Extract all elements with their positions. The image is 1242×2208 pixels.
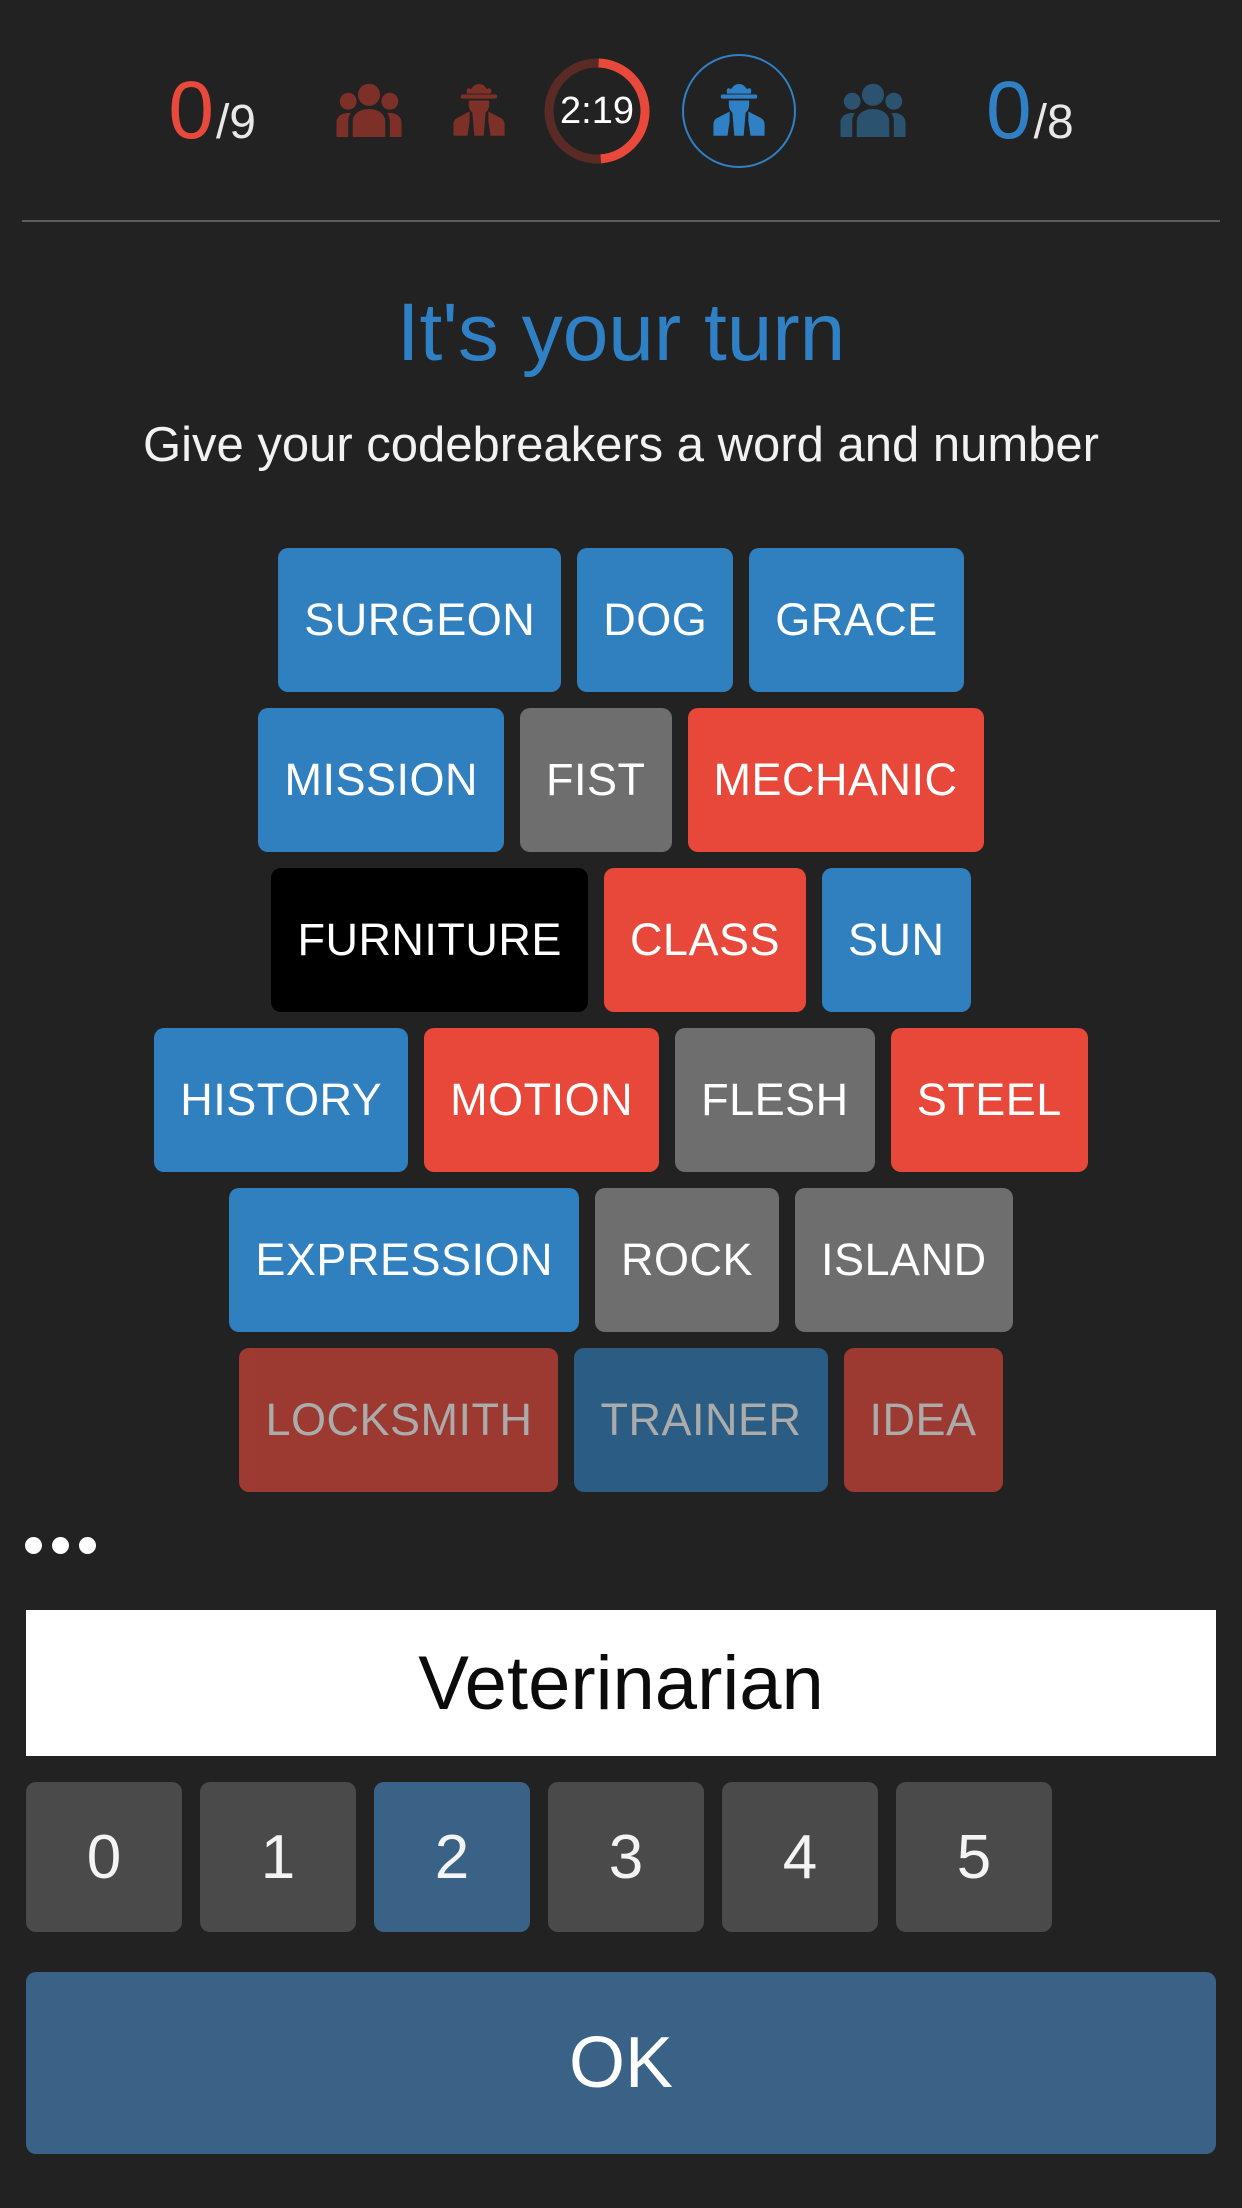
word-card[interactable]: DOG (577, 548, 734, 692)
blue-team-score: 0/8 (986, 70, 1074, 152)
red-team-score: 0/9 (168, 70, 256, 152)
blue-spymaster-icon (706, 78, 772, 144)
word-card[interactable]: ROCK (595, 1188, 780, 1332)
blue-team-people-icon (834, 72, 912, 150)
board-row: EXPRESSION ROCK ISLAND (0, 1188, 1242, 1332)
board-row: FURNITURE CLASS SUN (0, 868, 1242, 1012)
clue-word-input[interactable]: Veterinarian (26, 1610, 1216, 1756)
page-subtitle: Give your codebreakers a word and number (142, 418, 1099, 472)
menu-dot-icon (24, 1536, 42, 1554)
menu-dot-icon (51, 1536, 69, 1554)
word-card[interactable]: MISSION (258, 708, 504, 852)
clue-number-1[interactable]: 1 (200, 1782, 356, 1932)
clue-number-2[interactable]: 2 (374, 1782, 530, 1932)
clue-number-3[interactable]: 3 (548, 1782, 704, 1932)
more-options-button[interactable] (0, 1500, 120, 1590)
word-card[interactable]: LOCKSMITH (239, 1348, 559, 1492)
word-card[interactable]: ISLAND (795, 1188, 1013, 1332)
word-card[interactable]: FLESH (675, 1028, 875, 1172)
clue-number-5[interactable]: 5 (896, 1782, 1052, 1932)
word-card[interactable]: FIST (520, 708, 672, 852)
word-card[interactable]: FURNITURE (271, 868, 588, 1012)
word-card[interactable]: CLASS (603, 868, 807, 1012)
red-score-total: /9 (215, 96, 256, 149)
word-board: SURGEON DOG GRACE MISSION FIST MECHANIC FURNIT… (0, 548, 1242, 1492)
word-card[interactable]: TRAINER (574, 1348, 828, 1492)
word-card[interactable]: HISTORY (154, 1028, 409, 1172)
clue-number-selector[interactable]: 012345 (26, 1782, 1242, 1932)
board-row: SURGEON DOG GRACE (0, 548, 1242, 692)
menu-dot-icon (78, 1536, 96, 1554)
word-card[interactable]: MOTION (424, 1028, 660, 1172)
clue-word-value: Veterinarian (418, 1640, 824, 1726)
blue-score-value: 0 (986, 65, 1032, 156)
header-divider (22, 220, 1220, 222)
word-card[interactable]: STEEL (890, 1028, 1088, 1172)
game-header: 0/9 2:19 0 /8 (0, 0, 1242, 222)
red-spymaster-icon (446, 78, 512, 144)
red-team-people-icon (330, 72, 408, 150)
word-card[interactable]: SUN (822, 868, 971, 1012)
timer-value: 2:19 (560, 89, 634, 132)
game-screen: 0/9 2:19 0 /8 It's your turn Give your c… (0, 0, 1242, 2208)
word-card[interactable]: IDEA (843, 1348, 1003, 1492)
red-score-value: 0 (168, 65, 214, 156)
board-row: MISSION FIST MECHANIC (0, 708, 1242, 852)
page-title: It's your turn (396, 287, 846, 378)
ok-button[interactable]: OK (26, 1972, 1216, 2154)
board-row: LOCKSMITH TRAINER IDEA (0, 1348, 1242, 1492)
word-card[interactable]: EXPRESSION (229, 1188, 579, 1332)
blue-spymaster-active-indicator (682, 54, 796, 168)
clue-number-4[interactable]: 4 (722, 1782, 878, 1932)
board-row: HISTORY MOTION FLESH STEEL (0, 1028, 1242, 1172)
clue-number-0[interactable]: 0 (26, 1782, 182, 1932)
blue-score-total: /8 (1033, 96, 1074, 149)
word-card[interactable]: SURGEON (278, 548, 562, 692)
word-card[interactable]: GRACE (749, 548, 964, 692)
turn-timer: 2:19 (542, 56, 652, 166)
word-card[interactable]: MECHANIC (687, 708, 984, 852)
